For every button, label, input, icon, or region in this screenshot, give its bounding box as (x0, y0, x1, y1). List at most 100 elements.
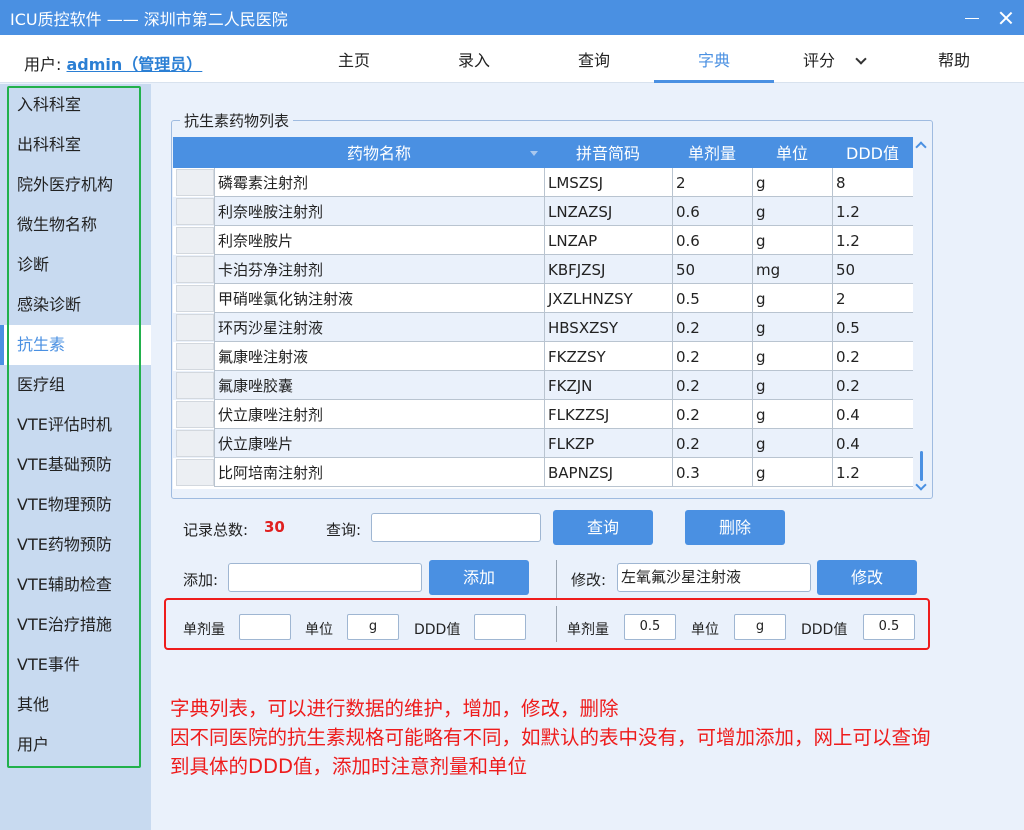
drug-name-cell[interactable]: 环丙沙星注射液 (214, 313, 544, 342)
add-button[interactable]: 添加 (429, 560, 529, 595)
menu-item-dictionary[interactable]: 字典 (654, 35, 774, 83)
table-row[interactable]: 甲硝唑氯化钠注射液 JXZLHNZSY 0.5 g 2 (173, 284, 913, 313)
pinyin-cell[interactable]: FLKZP (544, 429, 672, 458)
row-header[interactable] (176, 459, 214, 486)
menu-item-score[interactable]: 评分 (774, 35, 894, 83)
dose-cell[interactable]: 0.2 (672, 371, 752, 400)
ddd-cell[interactable]: 1.2 (832, 197, 913, 226)
menu-item-home[interactable]: 主页 (294, 35, 414, 83)
drug-name-cell[interactable]: 比阿培南注射剂 (214, 458, 544, 487)
row-header[interactable] (176, 169, 214, 196)
col-header-dose[interactable]: 单剂量 (672, 137, 752, 168)
unit-cell[interactable]: g (752, 313, 832, 342)
row-header[interactable] (176, 401, 214, 428)
menu-item-help[interactable]: 帮助 (894, 35, 1014, 83)
ddd-cell[interactable]: 1.2 (832, 458, 913, 487)
table-row[interactable]: 伏立康唑片 FLKZP 0.2 g 0.4 (173, 429, 913, 458)
table-row[interactable]: 比阿培南注射剂 BAPNZSJ 0.3 g 1.2 (173, 458, 913, 487)
pinyin-cell[interactable]: FLKZZSJ (544, 400, 672, 429)
drug-name-cell[interactable]: 利奈唑胺片 (214, 226, 544, 255)
drug-name-cell[interactable]: 利奈唑胺注射剂 (214, 197, 544, 226)
menu-item-entry[interactable]: 录入 (414, 35, 534, 83)
dose-cell[interactable]: 0.6 (672, 197, 752, 226)
col-header-ddd[interactable]: DDD值 (832, 137, 913, 168)
row-header[interactable] (176, 256, 214, 283)
pinyin-cell[interactable]: KBFJZSJ (544, 255, 672, 284)
row-header[interactable] (176, 198, 214, 225)
col-header-unit[interactable]: 单位 (752, 137, 832, 168)
row-header[interactable] (176, 285, 214, 312)
row-header[interactable] (176, 430, 214, 457)
delete-button[interactable]: 删除 (685, 510, 785, 545)
modify-dose-input[interactable]: 0.5 (624, 614, 676, 640)
row-header[interactable] (176, 227, 214, 254)
drug-name-cell[interactable]: 磷霉素注射剂 (214, 168, 544, 197)
ddd-cell[interactable]: 1.2 (832, 226, 913, 255)
table-row[interactable]: 卡泊芬净注射剂 KBFJZSJ 50 mg 50 (173, 255, 913, 284)
table-row[interactable]: 氟康唑胶囊 FKZJN 0.2 g 0.2 (173, 371, 913, 400)
pinyin-cell[interactable]: LNZAZSJ (544, 197, 672, 226)
unit-cell[interactable]: g (752, 168, 832, 197)
minimize-icon[interactable] (964, 10, 980, 26)
add-input[interactable] (228, 563, 422, 592)
table-scrollbar[interactable] (913, 137, 931, 497)
drug-name-cell[interactable]: 甲硝唑氯化钠注射液 (214, 284, 544, 313)
drug-name-cell[interactable]: 卡泊芬净注射剂 (214, 255, 544, 284)
unit-cell[interactable]: g (752, 400, 832, 429)
row-header[interactable] (176, 372, 214, 399)
query-input[interactable] (371, 513, 541, 542)
unit-cell[interactable]: g (752, 458, 832, 487)
pinyin-cell[interactable]: LNZAP (544, 226, 672, 255)
dose-cell[interactable]: 0.2 (672, 313, 752, 342)
add-dose-input[interactable] (239, 614, 291, 640)
close-icon[interactable] (998, 10, 1014, 26)
dose-cell[interactable]: 0.6 (672, 226, 752, 255)
row-header[interactable] (176, 343, 214, 370)
dose-cell[interactable]: 0.5 (672, 284, 752, 313)
drug-name-cell[interactable]: 伏立康唑片 (214, 429, 544, 458)
unit-cell[interactable]: g (752, 429, 832, 458)
modify-input[interactable]: 左氧氟沙星注射液 (617, 563, 811, 592)
pinyin-cell[interactable]: FKZJN (544, 371, 672, 400)
chevron-down-icon[interactable] (915, 479, 927, 491)
ddd-cell[interactable]: 0.4 (832, 429, 913, 458)
table-row[interactable]: 磷霉素注射剂 LMSZSJ 2 g 8 (173, 168, 913, 197)
modify-ddd-input[interactable]: 0.5 (863, 614, 915, 640)
table-row[interactable]: 氟康唑注射液 FKZZSY 0.2 g 0.2 (173, 342, 913, 371)
pinyin-cell[interactable]: FKZZSY (544, 342, 672, 371)
pinyin-cell[interactable]: HBSXZSY (544, 313, 672, 342)
unit-cell[interactable]: g (752, 371, 832, 400)
add-unit-input[interactable]: g (347, 614, 399, 640)
dose-cell[interactable]: 0.2 (672, 429, 752, 458)
pinyin-cell[interactable]: JXZLHNZSY (544, 284, 672, 313)
table-row[interactable]: 伏立康唑注射剂 FLKZZSJ 0.2 g 0.4 (173, 400, 913, 429)
col-header-drug-name[interactable]: 药物名称 (214, 137, 544, 168)
ddd-cell[interactable]: 50 (832, 255, 913, 284)
pinyin-cell[interactable]: BAPNZSJ (544, 458, 672, 487)
ddd-cell[interactable]: 0.4 (832, 400, 913, 429)
ddd-cell[interactable]: 0.5 (832, 313, 913, 342)
unit-cell[interactable]: g (752, 197, 832, 226)
table-row[interactable]: 利奈唑胺注射剂 LNZAZSJ 0.6 g 1.2 (173, 197, 913, 226)
ddd-cell[interactable]: 0.2 (832, 371, 913, 400)
ddd-cell[interactable]: 0.2 (832, 342, 913, 371)
dose-cell[interactable]: 0.3 (672, 458, 752, 487)
menu-item-query[interactable]: 查询 (534, 35, 654, 83)
chevron-up-icon[interactable] (915, 141, 927, 153)
unit-cell[interactable]: mg (752, 255, 832, 284)
query-button[interactable]: 查询 (553, 510, 653, 545)
drug-name-cell[interactable]: 氟康唑注射液 (214, 342, 544, 371)
dose-cell[interactable]: 2 (672, 168, 752, 197)
ddd-cell[interactable]: 8 (832, 168, 913, 197)
unit-cell[interactable]: g (752, 342, 832, 371)
scrollbar-thumb[interactable] (920, 451, 923, 481)
table-row[interactable]: 利奈唑胺片 LNZAP 0.6 g 1.2 (173, 226, 913, 255)
ddd-cell[interactable]: 2 (832, 284, 913, 313)
drug-name-cell[interactable]: 氟康唑胶囊 (214, 371, 544, 400)
col-header-pinyin[interactable]: 拼音简码 (544, 137, 672, 168)
add-ddd-input[interactable] (474, 614, 526, 640)
dose-cell[interactable]: 0.2 (672, 342, 752, 371)
dose-cell[interactable]: 50 (672, 255, 752, 284)
row-header[interactable] (176, 314, 214, 341)
drug-name-cell[interactable]: 伏立康唑注射剂 (214, 400, 544, 429)
